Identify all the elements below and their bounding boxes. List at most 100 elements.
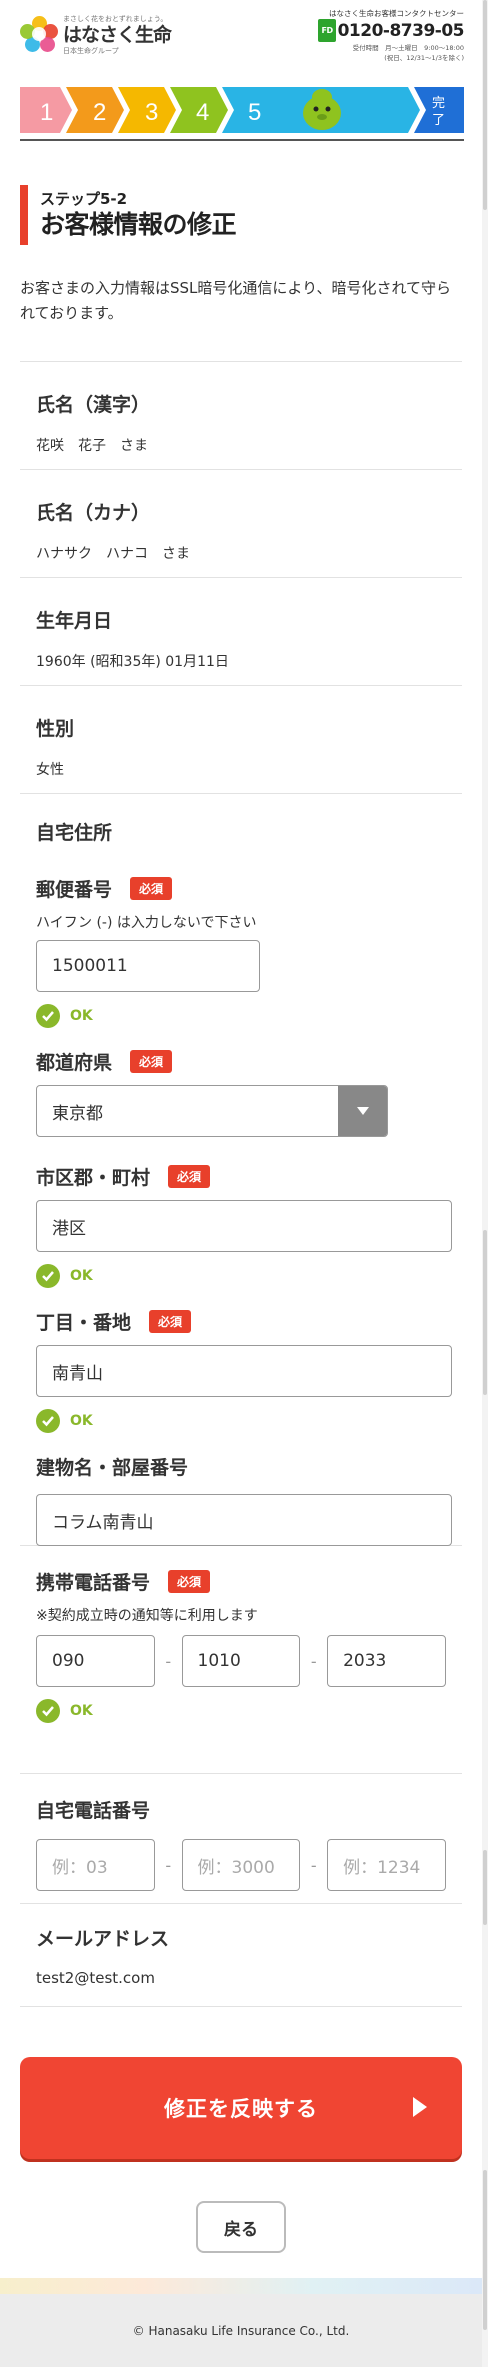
step-complete-label-1: 完: [432, 96, 445, 111]
contact-hours: 受付時間 月～土曜日 9:00～18:00: [352, 44, 464, 52]
mobile-label-row: 携帯電話番号 必須: [36, 1568, 446, 1595]
ok-label: OK: [70, 1008, 93, 1024]
mobile-input-1[interactable]: 090: [36, 1635, 155, 1687]
city-label-row: 市区郡・町村 必須: [36, 1163, 446, 1190]
field-value: 1960年 (昭和35年) 01月11日: [36, 654, 229, 670]
dash: -: [310, 1651, 317, 1671]
field-value: ハナサク ハナコ さま: [36, 546, 190, 562]
block-ok-status: OK: [36, 1409, 446, 1433]
submit-label: 修正を反映する: [164, 2097, 318, 2121]
footer-color-band: [0, 2278, 482, 2294]
block-input[interactable]: 南青山: [36, 1345, 452, 1397]
required-badge: 必須: [130, 1050, 173, 1073]
page-wrapper: まさしく花をおとずれましょう。 はなさく生命 日本生命グループ はなさく生命お客…: [0, 0, 482, 2253]
copyright: © Hanasaku Life Insurance Co., Ltd.: [0, 2294, 482, 2367]
check-icon: [36, 1699, 60, 1723]
contact-holiday: (祝日、12/31～1/3を除く): [384, 54, 464, 62]
mobile-input-2[interactable]: 1010: [181, 1635, 301, 1687]
email-section: メールアドレス test2@test.com: [20, 1904, 462, 2007]
ssl-intro-text: お客さまの入力情報はSSL暗号化通信により、暗号化されて守られております。: [20, 279, 452, 322]
postal-label-row: 郵便番号 必須: [36, 875, 446, 902]
mobile-input-3[interactable]: 2033: [327, 1635, 446, 1687]
required-badge: 必須: [168, 1570, 211, 1593]
postal-code-input[interactable]: 1500011: [36, 940, 260, 992]
play-arrow-icon: [413, 2097, 427, 2117]
name-kana-section: 氏名（カナ） ハナサク ハナコ さま: [20, 470, 462, 578]
back-button[interactable]: 戻る: [196, 2201, 286, 2253]
page-scrollbar[interactable]: [482, 0, 488, 2367]
field-label: 氏名（カナ）: [36, 502, 151, 524]
home-phone-label: 自宅電話番号: [36, 1800, 151, 1822]
logo[interactable]: まさしく花をおとずれましょう。 はなさく生命 日本生命グループ: [20, 14, 172, 56]
city-label: 市区郡・町村: [36, 1167, 151, 1189]
site-header: まさしく花をおとずれましょう。 はなさく生命 日本生命グループ はなさく生命お客…: [0, 0, 482, 70]
building-label-row: 建物名・部屋番号: [36, 1453, 446, 1480]
field-value: 女性: [36, 762, 64, 778]
mobile-inputs: 090 - 1010 - 2033: [36, 1635, 446, 1687]
required-badge: 必須: [168, 1165, 211, 1188]
home-phone-input-3[interactable]: 例：1234: [327, 1839, 446, 1891]
scrollbar-thumb-2[interactable]: [483, 1230, 487, 1395]
step-complete-label-2: 了: [432, 113, 445, 128]
page-title-block: ステップ5-2 お客様情報の修正: [20, 185, 482, 245]
home-phone-inputs: 例：03 - 例：3000 - 例：1234: [36, 1839, 446, 1891]
site-footer: © Hanasaku Life Insurance Co., Ltd.: [0, 2278, 482, 2367]
dash: -: [165, 1855, 172, 1875]
logo-tagline: まさしく花をおとずれましょう。: [63, 15, 168, 23]
home-phone-section: 自宅電話番号 例：03 - 例：3000 - 例：1234: [20, 1774, 462, 1904]
postal-note: ハイフン (-) は入力しないで下さい: [36, 915, 257, 931]
step-5-label: 5: [248, 99, 261, 126]
dropdown-arrow-icon[interactable]: [338, 1086, 387, 1136]
home-phone-input-2[interactable]: 例：3000: [181, 1839, 301, 1891]
ok-label: OK: [70, 1268, 93, 1284]
prefecture-label-row: 都道府県 必須: [36, 1048, 446, 1075]
postal-ok-status: OK: [36, 1004, 446, 1028]
building-label: 建物名・部屋番号: [36, 1457, 189, 1479]
ok-label: OK: [70, 1413, 93, 1429]
building-input[interactable]: コラム南青山: [36, 1494, 452, 1546]
contact-center: はなさく生命お客様コンタクトセンター FD 0120-8739-05 受付時間 月…: [318, 8, 465, 62]
home-phone-input-1[interactable]: 例：03: [36, 1839, 155, 1891]
block-label: 丁目・番地: [36, 1312, 132, 1334]
city-input[interactable]: 港区: [36, 1200, 452, 1252]
required-badge: 必須: [149, 1310, 192, 1333]
postal-label: 郵便番号: [36, 879, 113, 901]
city-ok-status: OK: [36, 1264, 446, 1288]
gender-section: 性別 女性: [20, 686, 462, 794]
block-label-row: 丁目・番地 必須: [36, 1308, 446, 1335]
mobile-section: 携帯電話番号 必須 ※契約成立時の通知等に利用します 090 - 1010 - …: [20, 1546, 462, 1774]
scrollbar-thumb-4[interactable]: [483, 2170, 487, 2330]
step-1-label: 1: [40, 99, 53, 126]
dash: -: [165, 1651, 172, 1671]
prefecture-select[interactable]: 東京都: [36, 1085, 388, 1137]
step-indicator: 1 2 3 4 5 完 了: [20, 87, 464, 141]
check-icon: [36, 1004, 60, 1028]
submit-button[interactable]: 修正を反映する: [20, 2057, 462, 2159]
field-label: 性別: [36, 718, 75, 740]
mobile-ok-status: OK: [36, 1699, 446, 1723]
prefecture-value: 東京都: [52, 1103, 103, 1124]
flower-logo-icon: [20, 16, 58, 54]
logo-name: はなさく生命: [63, 24, 172, 46]
check-icon: [36, 1409, 60, 1433]
mobile-label: 携帯電話番号: [36, 1572, 151, 1594]
address-section: 自宅住所 郵便番号 必須 ハイフン (-) は入力しないで下さい 1500011…: [20, 794, 462, 1546]
dash: -: [310, 1855, 317, 1875]
step-indicator-graphic: 1 2 3 4 5 完 了: [20, 87, 464, 133]
address-heading: 自宅住所: [36, 822, 113, 844]
email-value: test2@test.com: [36, 1969, 155, 1987]
contact-tel[interactable]: 0120-8739-05: [338, 21, 465, 41]
ok-label: OK: [70, 1703, 93, 1719]
email-label: メールアドレス: [36, 1928, 170, 1950]
field-label: 氏名（漢字）: [36, 394, 151, 416]
check-icon: [36, 1264, 60, 1288]
name-kanji-section: 氏名（漢字） 花咲 花子 さま: [20, 362, 462, 470]
field-value: 花咲 花子 さま: [36, 438, 148, 454]
step-label: ステップ5-2: [40, 190, 128, 208]
field-label: 生年月日: [36, 610, 113, 632]
logo-group: 日本生命グループ: [63, 47, 119, 55]
mobile-note: ※契約成立時の通知等に利用します: [36, 1608, 258, 1624]
page-title: お客様情報の修正: [40, 210, 237, 239]
scrollbar-thumb-1[interactable]: [483, 0, 487, 210]
scrollbar-thumb-3[interactable]: [483, 1850, 487, 1925]
